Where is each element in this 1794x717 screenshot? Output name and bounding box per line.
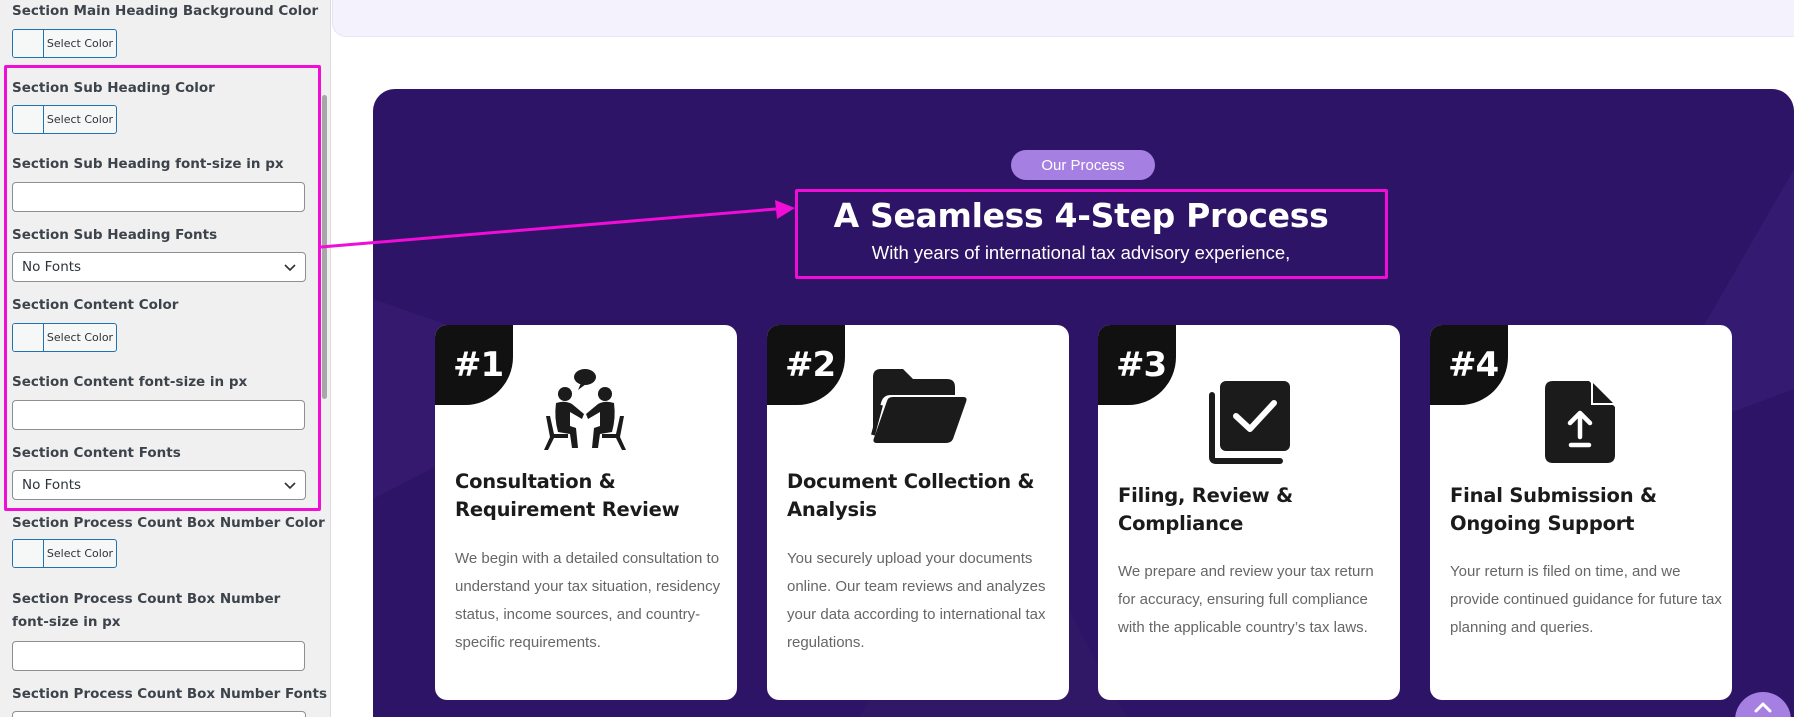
step-text: Your return is filed on time, and we pro… xyxy=(1450,563,1722,636)
consultation-icon xyxy=(544,369,626,450)
highlight-box-settings xyxy=(4,65,321,511)
step-number-box: #3 xyxy=(1098,325,1176,405)
checkbox-stack-icon xyxy=(1209,381,1290,464)
step-text: You securely upload your documents onlin… xyxy=(787,550,1046,651)
color-swatch xyxy=(13,540,44,567)
select-color-label: Select Color xyxy=(46,547,114,560)
count-box-number-fonts-select[interactable] xyxy=(12,711,306,717)
process-badge: Our Process xyxy=(1011,150,1155,180)
highlight-box-heading xyxy=(795,189,1388,279)
step-number-box: #4 xyxy=(1430,325,1508,405)
main-heading-bg-color-button[interactable]: Select Color xyxy=(12,29,117,58)
scroll-to-top-button[interactable] xyxy=(1735,692,1791,717)
settings-panel: Section Main Heading Background Color Se… xyxy=(0,0,330,717)
step-card: #1 Consultation & Requirement Review We … xyxy=(435,325,737,700)
step-title: Consultation & Requirement Review xyxy=(455,470,680,521)
chevron-up-icon xyxy=(1754,702,1772,713)
main-heading-bg-label: Section Main Heading Background Color xyxy=(12,3,319,19)
count-box-number-font-size-label: Section Process Count Box Number font-si… xyxy=(12,591,281,630)
preview-top-strip xyxy=(332,0,1794,37)
folder-icon xyxy=(871,369,967,443)
step-text: We prepare and review your tax return fo… xyxy=(1118,563,1374,636)
step-card: #4 Final Submission & Ongoing Support Yo… xyxy=(1430,325,1732,700)
step-card: #2 Document Collection & Analysis You se… xyxy=(767,325,1069,700)
step-card: #3 Filing, Review & Compliance We prepar… xyxy=(1098,325,1400,700)
file-upload-icon xyxy=(1545,381,1615,463)
select-color-label: Select Color xyxy=(46,37,114,50)
panel-divider xyxy=(330,0,331,717)
step-title: Document Collection & Analysis xyxy=(787,470,1035,521)
count-box-number-font-size-input[interactable] xyxy=(12,641,305,671)
panel-scrollbar[interactable] xyxy=(322,95,327,399)
step-number-box: #2 xyxy=(767,325,845,405)
step-text: We begin with a detailed consultation to… xyxy=(455,550,721,651)
count-box-number-fonts-label: Section Process Count Box Number Fonts xyxy=(12,686,328,702)
count-box-number-color-label: Section Process Count Box Number Color xyxy=(12,515,325,531)
step-title: Final Submission & Ongoing Support xyxy=(1450,484,1657,535)
count-box-number-color-button[interactable]: Select Color xyxy=(12,539,117,568)
step-title: Filing, Review & Compliance xyxy=(1118,484,1293,535)
color-swatch xyxy=(13,30,44,57)
step-number-box: #1 xyxy=(435,325,513,405)
